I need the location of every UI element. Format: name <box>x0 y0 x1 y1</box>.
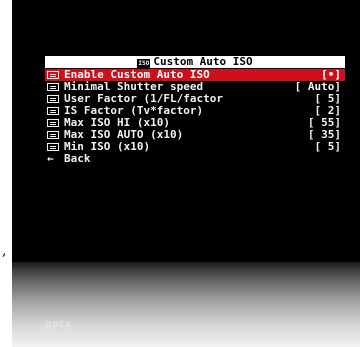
checkbox-icon <box>47 71 59 79</box>
back-label: Back <box>64 152 91 165</box>
list-icon <box>47 131 59 139</box>
reflection-back-text: Back <box>45 318 72 331</box>
back-arrow-icon: ← <box>47 152 54 165</box>
menu-item-back[interactable]: ← Back <box>45 153 345 165</box>
custom-auto-iso-menu: ISO Custom Auto ISO Enable Custom Auto IS… <box>45 56 345 165</box>
list-icon <box>47 83 59 91</box>
stray-comma: , <box>2 243 7 259</box>
camera-screen: ISO Custom Auto ISO Enable Custom Auto IS… <box>12 0 360 262</box>
menu-title: Custom Auto ISO <box>153 55 253 68</box>
list-icon <box>47 119 59 127</box>
page: ISO Custom Auto ISO Enable Custom Auto IS… <box>0 0 362 347</box>
list-icon <box>47 95 59 103</box>
list-icon <box>47 143 59 151</box>
menu-item-value: [ 5] <box>314 140 342 153</box>
list-icon <box>47 107 59 115</box>
iso-icon: ISO <box>137 59 151 68</box>
screen-reflection: Back <box>12 262 360 347</box>
